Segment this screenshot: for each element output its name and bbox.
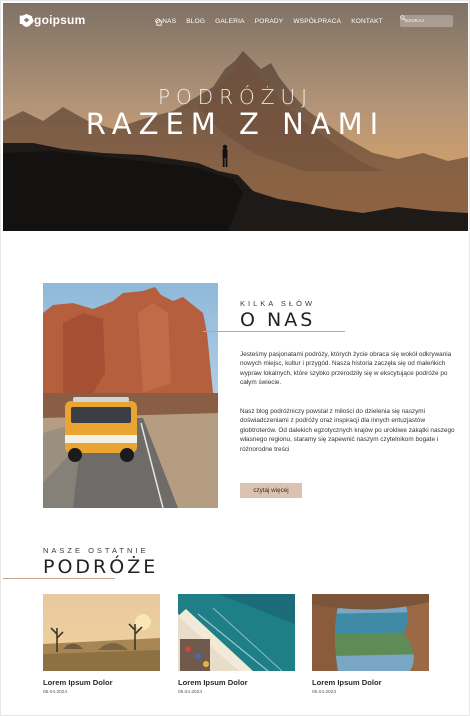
nav-item-kontakt[interactable]: KONTAKT	[351, 18, 383, 25]
logo-shield-icon	[20, 13, 33, 28]
about-title: O NAS	[240, 309, 316, 331]
home-icon[interactable]	[155, 18, 163, 26]
trip-card-date: 05.04.2024	[312, 690, 337, 695]
logo[interactable]: Logoipsum	[19, 13, 85, 28]
top-navigation: Logoipsum O NAS BLOG GALERIA PORADY WSPÓ…	[3, 3, 468, 39]
trips-title: PODRÓŻE	[43, 556, 159, 578]
about-paragraph-1: Jesteśmy pasjonatami podróży, których ży…	[240, 351, 452, 387]
hero-banner: Logoipsum O NAS BLOG GALERIA PORADY WSPÓ…	[3, 3, 468, 231]
nav-item-galeria[interactable]: GALERIA	[215, 18, 245, 25]
main-menu: O NAS BLOG GALERIA PORADY WSPÓŁPRACA KON…	[155, 18, 383, 26]
hero-subtitle: PODRÓŻUJ	[157, 85, 314, 109]
trip-card-image-lake-cave[interactable]	[312, 594, 429, 671]
nav-item-wspolpraca[interactable]: WSPÓŁPRACA	[293, 18, 341, 25]
trip-card-image-beach[interactable]	[178, 594, 295, 671]
trip-card-image-desert[interactable]	[43, 594, 160, 671]
trip-card-date: 05.04.2024	[43, 690, 68, 695]
search-input[interactable]: SZUKAJ	[400, 15, 453, 27]
trip-card-date: 05.04.2024	[178, 690, 203, 695]
about-van-image	[43, 283, 218, 508]
page: Logoipsum O NAS BLOG GALERIA PORADY WSPÓ…	[0, 0, 470, 716]
read-more-button[interactable]: czytaj więcej	[240, 483, 302, 498]
trips-kicker: NASZE OSTATNIE	[43, 546, 149, 555]
trip-card-title[interactable]: Lorem Ipsum Dolor	[43, 678, 160, 687]
about-paragraph-2: Nasz blog podróżniczy powstał z miłości …	[240, 408, 455, 453]
trip-card-title[interactable]: Lorem Ipsum Dolor	[312, 678, 429, 687]
hero-title: RAZEM Z NAMI	[85, 107, 386, 141]
trip-card-title[interactable]: Lorem Ipsum Dolor	[178, 678, 295, 687]
search-placeholder: SZUKAJ	[405, 18, 425, 23]
about-kicker: KILKA SŁÓW	[240, 299, 316, 308]
trips-title-underline	[3, 578, 115, 579]
search-icon[interactable]	[400, 15, 406, 21]
nav-item-blog[interactable]: BLOG	[186, 18, 205, 25]
about-title-underline	[203, 331, 345, 332]
nav-item-porady[interactable]: PORADY	[255, 18, 284, 25]
